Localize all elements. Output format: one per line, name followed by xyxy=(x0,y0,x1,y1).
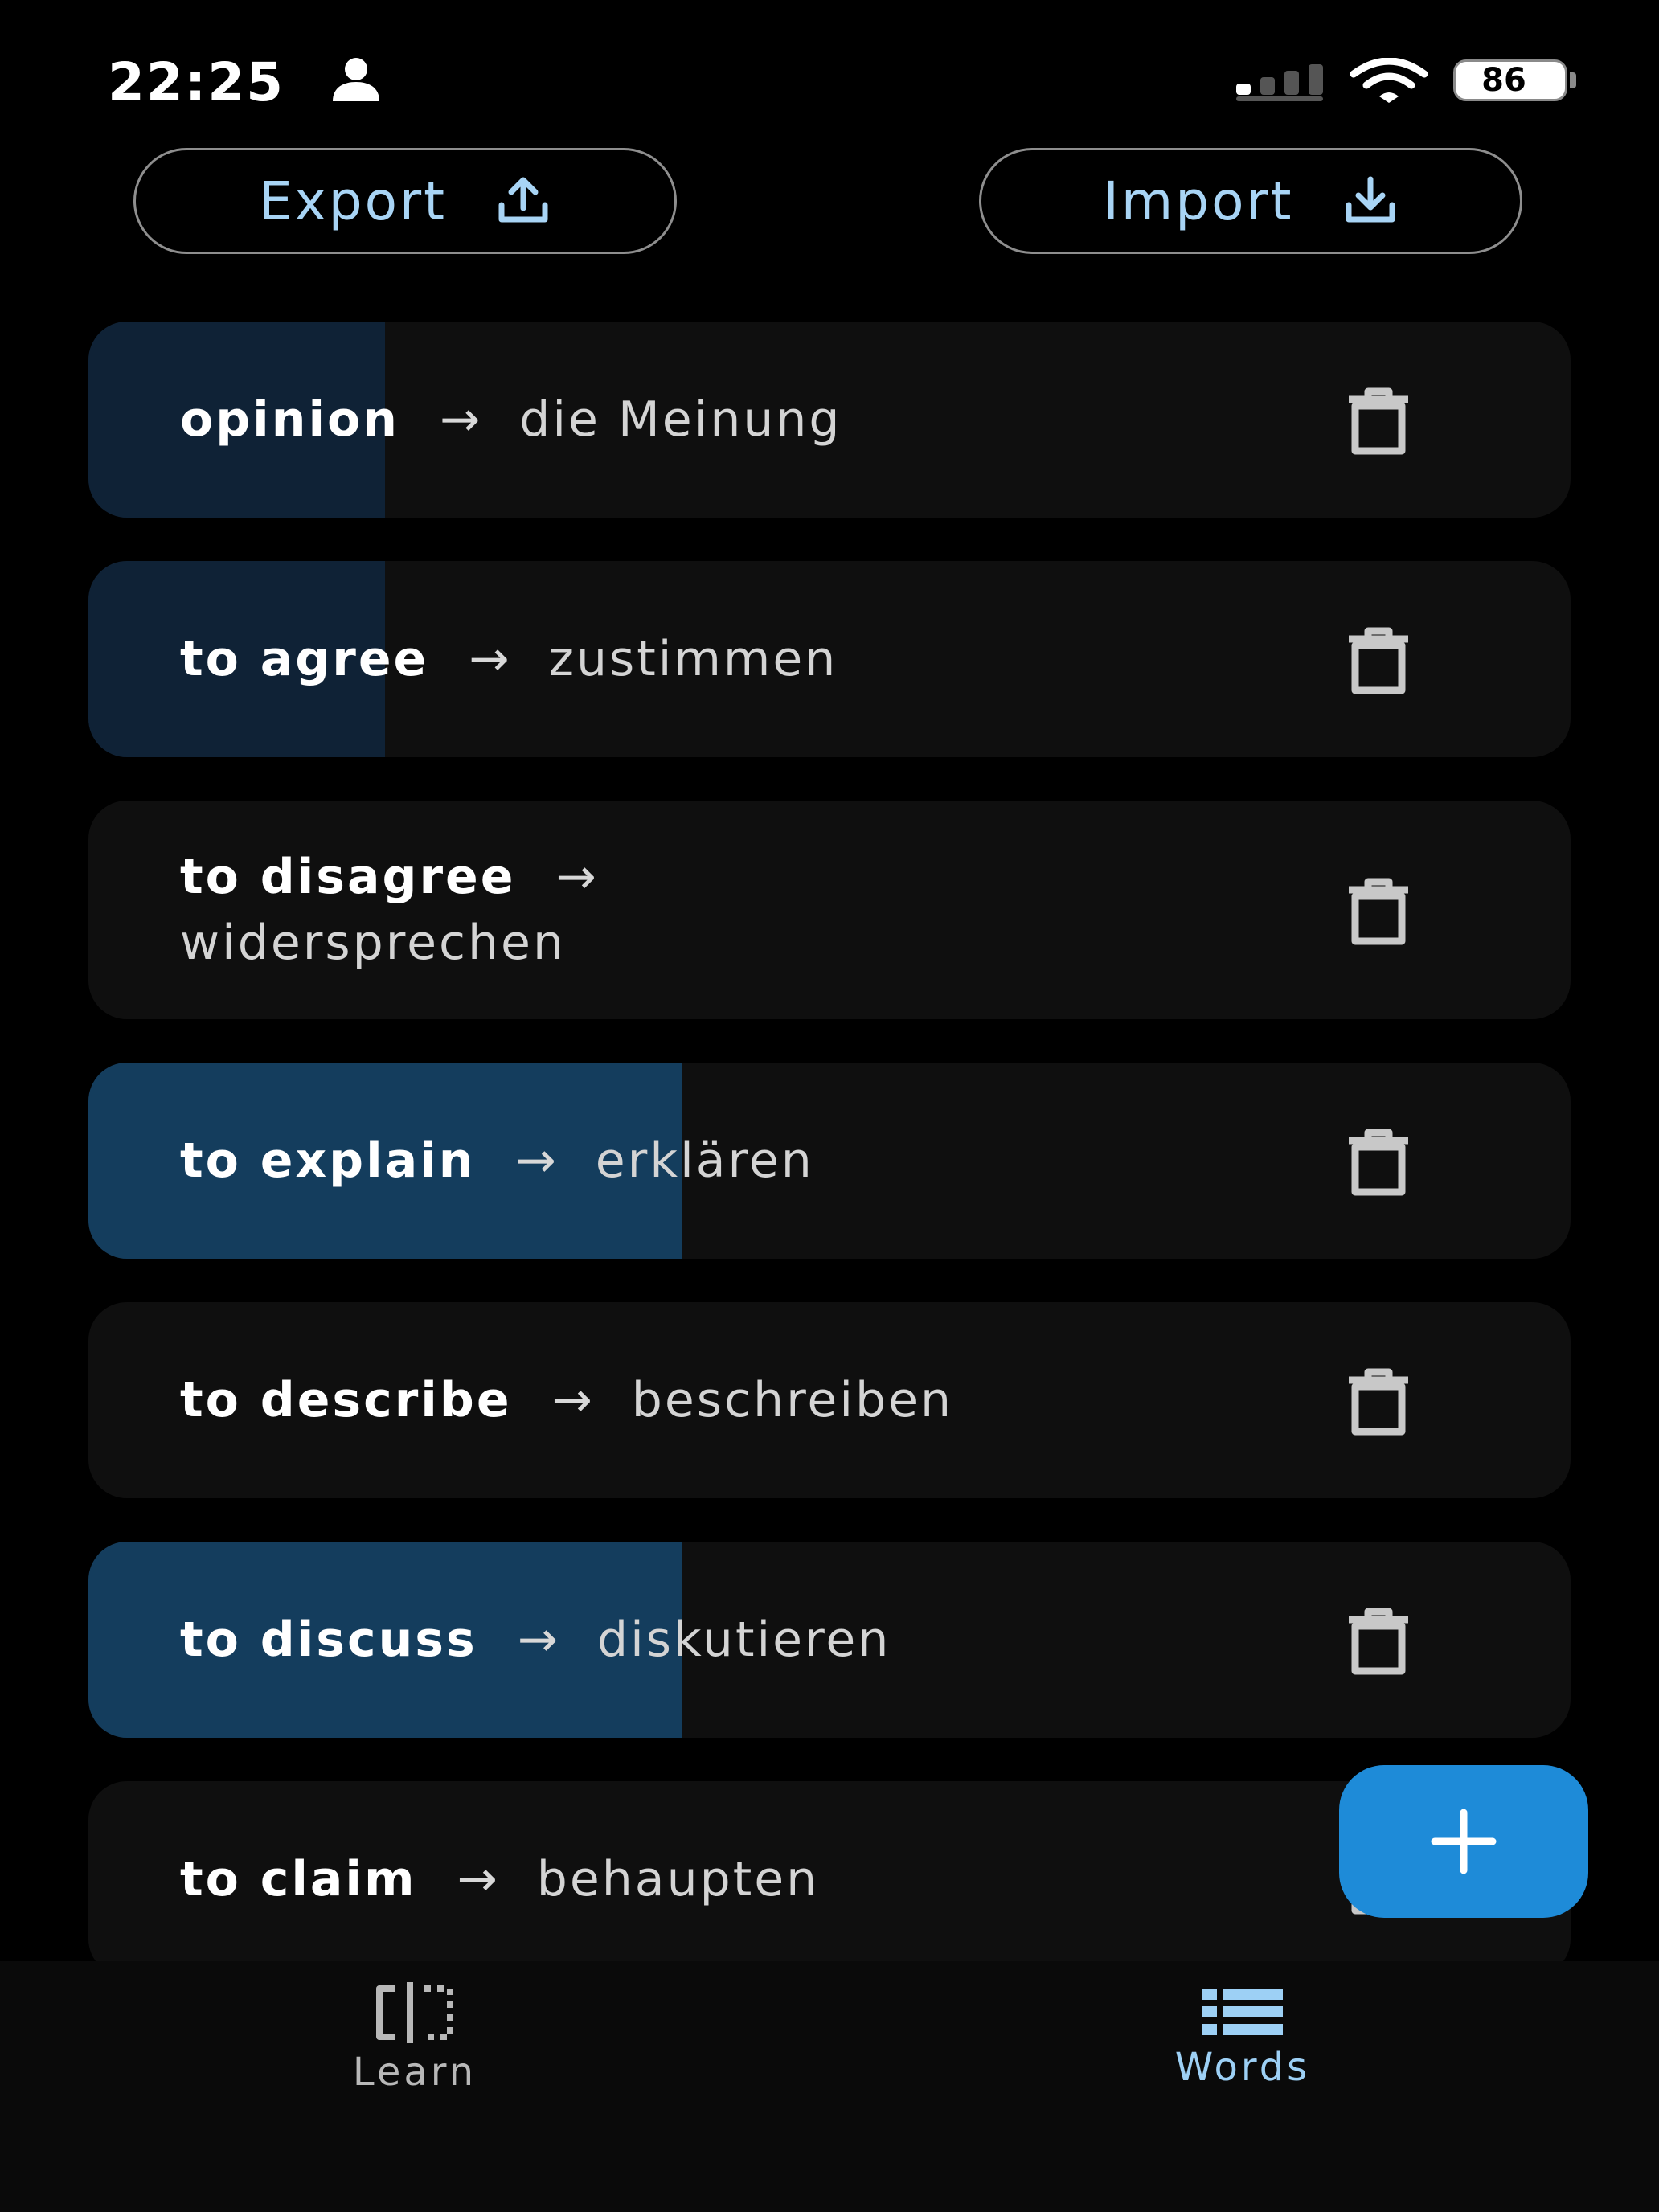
import-button[interactable]: Import xyxy=(979,148,1522,254)
arrow-icon: → xyxy=(469,631,512,687)
plus-icon xyxy=(1431,1809,1497,1874)
status-bar: 22:25 86 xyxy=(0,0,1659,153)
word-translation: die Meinung xyxy=(519,391,842,448)
app-screen: 22:25 86 Export Import opinion → die Mei… xyxy=(0,0,1659,2212)
person-icon xyxy=(333,58,379,101)
trash-icon[interactable] xyxy=(1341,1362,1416,1438)
list-icon xyxy=(1202,1989,1283,2035)
import-label: Import xyxy=(1103,170,1294,232)
word-text: to discuss → diskutieren xyxy=(180,1542,1305,1738)
arrow-icon: → xyxy=(439,391,483,448)
word-term: to discuss xyxy=(180,1612,477,1668)
word-text: to describe → beschreiben xyxy=(180,1302,1305,1498)
nav-item-words[interactable]: Words xyxy=(1042,1961,1444,2122)
arrow-icon: → xyxy=(515,1133,559,1189)
word-translation: widersprechen xyxy=(180,915,566,971)
wifi-icon xyxy=(1350,58,1428,103)
word-translation: beschreiben xyxy=(631,1372,954,1428)
upload-icon xyxy=(498,177,548,223)
word-term: opinion xyxy=(180,391,399,448)
battery-level: 86 xyxy=(1481,62,1526,99)
arrow-icon: → xyxy=(551,1372,595,1428)
word-text: to explain → erklären xyxy=(180,1063,1305,1259)
nav-item-learn[interactable]: Learn xyxy=(214,1961,616,2122)
word-line: to agree → zustimmen xyxy=(180,626,1305,692)
word-card[interactable]: to discuss → diskutieren xyxy=(88,1542,1571,1738)
trash-icon[interactable] xyxy=(1341,1602,1416,1677)
word-line: to discuss → diskutieren xyxy=(180,1607,1305,1673)
word-line: to explain → erklären xyxy=(180,1128,1305,1194)
trash-icon[interactable] xyxy=(1341,382,1416,457)
word-line: opinion → die Meinung xyxy=(180,387,1305,453)
word-line: to claim → behaupten xyxy=(180,1846,1305,1912)
word-line: to describe → beschreiben xyxy=(180,1367,1305,1433)
word-translation: behaupten xyxy=(536,1851,820,1907)
arrow-icon: → xyxy=(517,1612,561,1668)
status-time: 22:25 xyxy=(108,51,285,113)
word-term: to describe xyxy=(180,1372,512,1428)
download-icon xyxy=(1346,176,1395,223)
word-card[interactable]: to agree → zustimmen xyxy=(88,561,1571,757)
word-term: to disagree xyxy=(180,849,516,905)
word-text: to disagree → widersprechen xyxy=(180,801,1305,1019)
word-card[interactable]: opinion → die Meinung xyxy=(88,322,1571,518)
word-line: widersprechen xyxy=(180,910,1305,976)
word-line: to disagree → xyxy=(180,844,1305,910)
add-word-button[interactable] xyxy=(1339,1765,1588,1918)
nav-label-words: Words xyxy=(1174,2045,1311,2090)
word-text: opinion → die Meinung xyxy=(180,322,1305,518)
word-translation: erklären xyxy=(595,1133,814,1189)
word-text: to claim → behaupten xyxy=(180,1781,1305,1977)
export-label: Export xyxy=(258,170,448,232)
arrow-icon: → xyxy=(457,1851,500,1907)
export-button[interactable]: Export xyxy=(133,148,677,254)
word-card[interactable]: to explain → erklären xyxy=(88,1063,1571,1259)
word-translation: zustimmen xyxy=(548,631,838,687)
word-card[interactable]: to describe → beschreiben xyxy=(88,1302,1571,1498)
bottom-navigation: Learn Words xyxy=(0,1961,1659,2212)
word-term: to claim xyxy=(180,1851,417,1907)
signal-icon xyxy=(1236,64,1323,101)
arrow-icon: → xyxy=(555,849,599,905)
nav-label-learn: Learn xyxy=(352,2050,477,2095)
battery-indicator: 86 xyxy=(1453,59,1567,101)
word-term: to explain xyxy=(180,1133,476,1189)
word-translation: diskutieren xyxy=(597,1612,891,1668)
trash-icon[interactable] xyxy=(1341,621,1416,697)
cards-icon xyxy=(376,1982,453,2043)
word-card[interactable]: to disagree → widersprechen xyxy=(88,801,1571,1019)
trash-icon[interactable] xyxy=(1341,872,1416,948)
word-term: to agree xyxy=(180,631,429,687)
battery-nub xyxy=(1570,72,1576,88)
trash-icon[interactable] xyxy=(1341,1123,1416,1198)
word-text: to agree → zustimmen xyxy=(180,561,1305,757)
